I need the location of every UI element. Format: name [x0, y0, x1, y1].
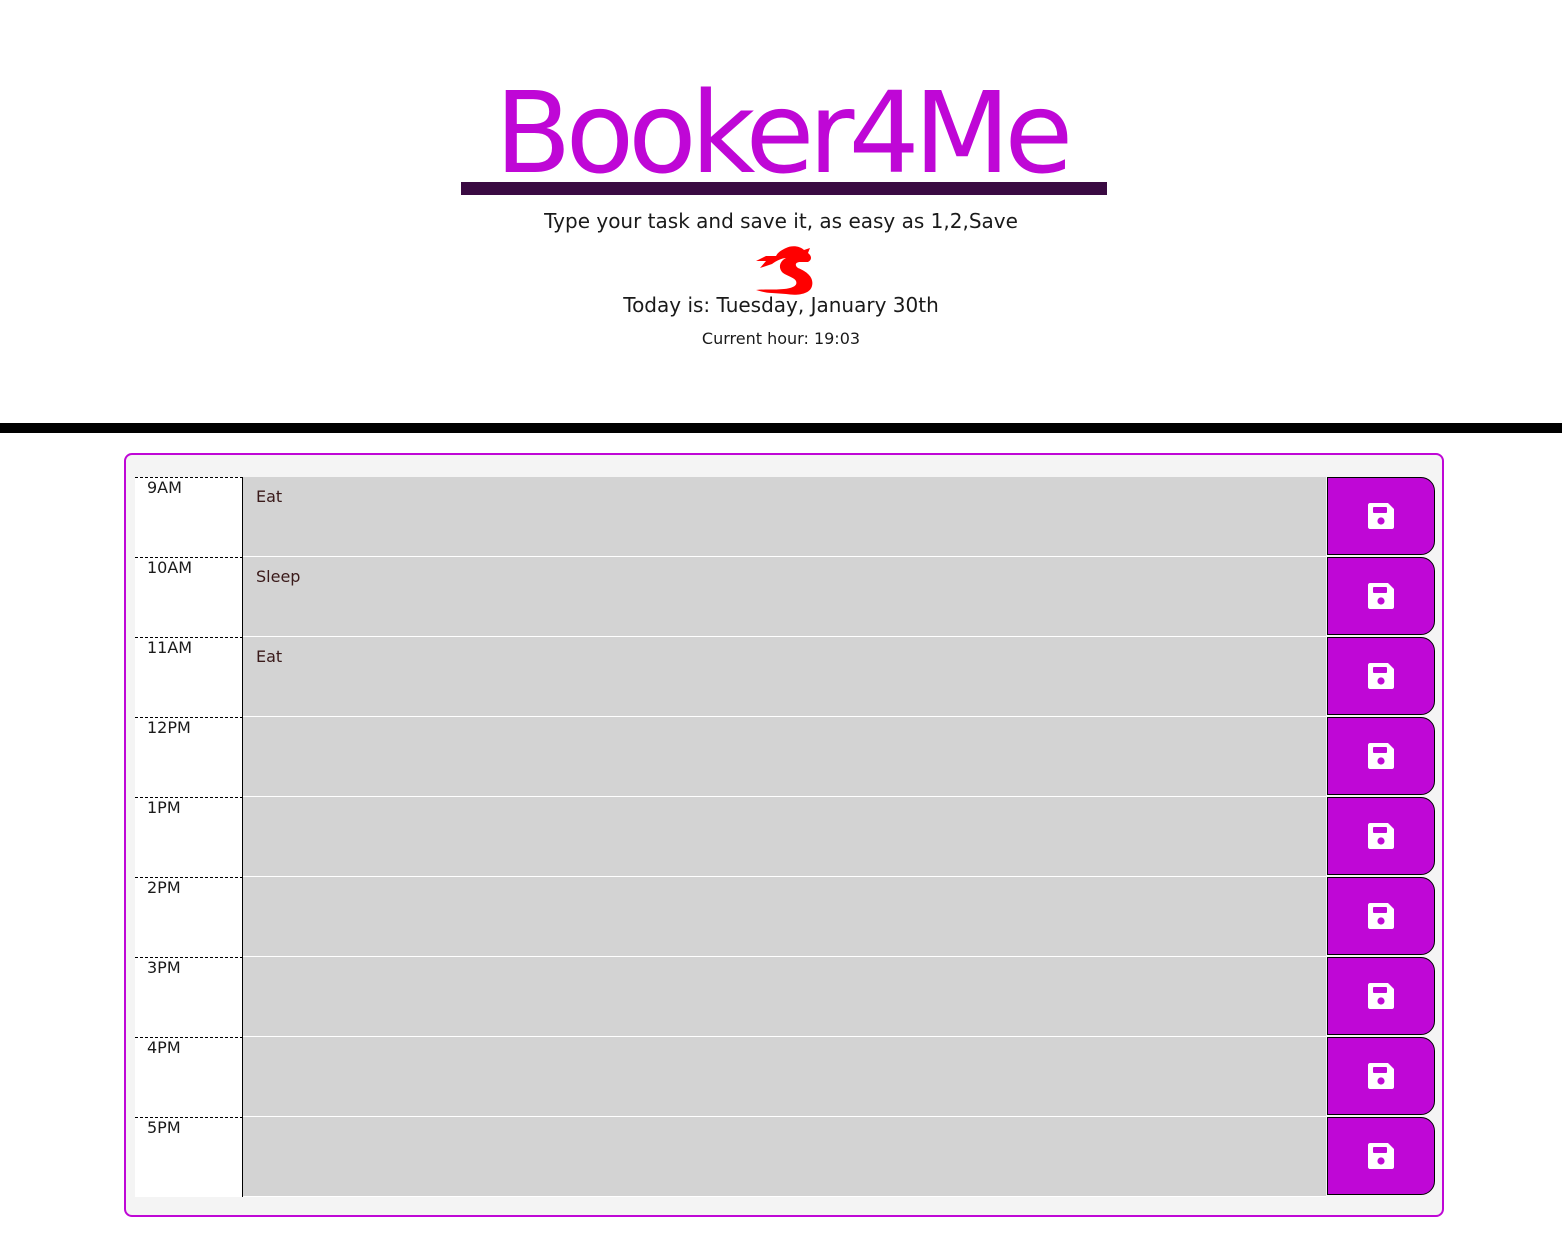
dragon-icon [756, 246, 813, 295]
hour-label: 1PM [135, 797, 243, 877]
save-button[interactable] [1327, 477, 1435, 555]
today-date: Today is: Tuesday, January 30th [623, 293, 939, 317]
save-button[interactable] [1327, 877, 1435, 955]
task-input[interactable] [243, 1117, 1326, 1197]
save-button[interactable] [1327, 1037, 1435, 1115]
time-block-row: 9AM Eat [135, 477, 1435, 557]
time-block-row: 1PM [135, 797, 1435, 877]
hour-label: 4PM [135, 1037, 243, 1117]
header-divider [0, 423, 1562, 433]
task-input[interactable] [243, 797, 1326, 877]
save-button[interactable] [1327, 557, 1435, 635]
task-input[interactable] [243, 717, 1326, 797]
task-input[interactable] [243, 877, 1326, 957]
tagline: Type your task and save it, as easy as 1… [544, 209, 1018, 233]
time-block-row: 12PM [135, 717, 1435, 797]
planner-container: 9AM Eat 10AM Sleep 11AM Eat 12PM 1PM 2PM… [124, 453, 1444, 1217]
task-input[interactable]: Eat [243, 477, 1326, 557]
hour-label: 3PM [135, 957, 243, 1037]
time-block-row: 5PM [135, 1117, 1435, 1197]
floppy-disk-icon [1368, 823, 1394, 849]
floppy-disk-icon [1368, 903, 1394, 929]
time-block-row: 10AM Sleep [135, 557, 1435, 637]
header: Booker4Me Type your task and save it, as… [0, 0, 1562, 423]
task-input[interactable]: Eat [243, 637, 1326, 717]
floppy-disk-icon [1368, 583, 1394, 609]
title-underline [461, 182, 1107, 195]
hour-label: 9AM [135, 477, 243, 557]
hour-label: 11AM [135, 637, 243, 717]
floppy-disk-icon [1368, 1143, 1394, 1169]
save-button[interactable] [1327, 637, 1435, 715]
floppy-disk-icon [1368, 503, 1394, 529]
time-block-row: 11AM Eat [135, 637, 1435, 717]
time-block-row: 2PM [135, 877, 1435, 957]
floppy-disk-icon [1368, 983, 1394, 1009]
floppy-disk-icon [1368, 1063, 1394, 1089]
time-block-row: 3PM [135, 957, 1435, 1037]
save-button[interactable] [1327, 1117, 1435, 1195]
time-block-row: 4PM [135, 1037, 1435, 1117]
floppy-disk-icon [1368, 663, 1394, 689]
floppy-disk-icon [1368, 743, 1394, 769]
hour-label: 2PM [135, 877, 243, 957]
hour-label: 12PM [135, 717, 243, 797]
task-input[interactable] [243, 1037, 1326, 1117]
save-button[interactable] [1327, 797, 1435, 875]
save-button[interactable] [1327, 957, 1435, 1035]
save-button[interactable] [1327, 717, 1435, 795]
hour-label: 10AM [135, 557, 243, 637]
current-hour: Current hour: 19:03 [701, 329, 861, 348]
hour-label: 5PM [135, 1117, 243, 1197]
task-input[interactable]: Sleep [243, 557, 1326, 637]
time-block-list: 9AM Eat 10AM Sleep 11AM Eat 12PM 1PM 2PM… [135, 477, 1435, 1197]
task-input[interactable] [243, 957, 1326, 1037]
